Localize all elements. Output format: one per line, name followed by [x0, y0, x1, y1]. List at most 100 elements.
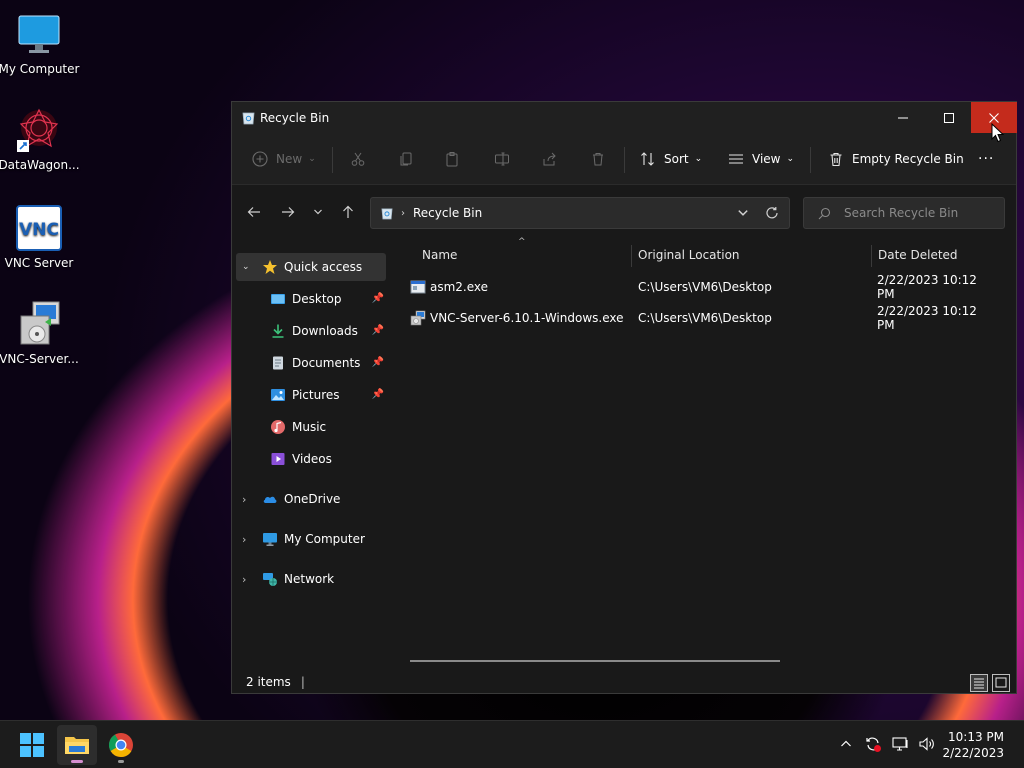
sort-button[interactable]: Sort ⌄: [640, 133, 702, 185]
details-view-button[interactable]: [970, 674, 988, 692]
music-icon: [270, 419, 286, 435]
explorer-window: Recycle Bin New ⌄ Sort ⌄ View ⌄ Empty Re…: [231, 101, 1017, 694]
sort-ascending-icon: ^: [518, 237, 526, 247]
forward-button[interactable]: [276, 185, 300, 239]
nav-label: Documents: [292, 356, 361, 370]
show-hidden-icons-button[interactable]: [840, 738, 852, 753]
column-label: Name: [422, 248, 458, 262]
network-status-icon[interactable]: [892, 736, 910, 755]
search-box[interactable]: Search Recycle Bin: [803, 197, 1005, 229]
close-icon: [989, 112, 999, 123]
nav-item-network[interactable]: › Network: [236, 565, 386, 593]
copy-icon: [400, 152, 412, 166]
column-divider[interactable]: [631, 245, 632, 267]
back-button[interactable]: [242, 185, 266, 239]
column-divider[interactable]: [871, 245, 872, 267]
search-icon: [818, 207, 831, 219]
system-tray: [840, 721, 936, 768]
view-button[interactable]: View ⌄: [728, 133, 794, 185]
chevron-down-icon: ⌄: [694, 154, 703, 164]
start-button[interactable]: [12, 725, 52, 765]
empty-recycle-bin-label: Empty Recycle Bin: [852, 152, 964, 166]
tiles-view-button[interactable]: [992, 674, 1010, 692]
chrome-icon: [108, 733, 133, 758]
desktop-icon-my-computer[interactable]: My Computer: [0, 10, 79, 76]
maximize-icon: [944, 112, 954, 123]
nav-item-documents[interactable]: Documents 📌: [236, 349, 386, 377]
installer-file-icon: [410, 310, 426, 329]
file-date-deleted: 2/22/2023 10:12 PM: [877, 273, 977, 301]
horizontal-scrollbar[interactable]: [410, 660, 780, 662]
status-divider: |: [300, 675, 305, 689]
file-list: Name ^ Original Location Date Deleted as…: [390, 237, 1016, 662]
nav-item-music[interactable]: Music: [236, 413, 386, 441]
refresh-button[interactable]: [765, 206, 779, 223]
sync-status-icon[interactable]: [864, 735, 882, 756]
file-row[interactable]: VNC-Server-6.10.1-Windows.exe C:\Users\V…: [408, 304, 998, 332]
desktop-icon-label: VNC Server: [4, 256, 74, 270]
nav-item-my-computer[interactable]: › My Computer: [236, 525, 386, 553]
nav-item-pictures[interactable]: Pictures 📌: [236, 381, 386, 409]
monitor-icon: [262, 531, 278, 547]
star-icon: [262, 259, 278, 275]
monitor-icon: [15, 10, 63, 58]
windows-logo-icon: [20, 733, 44, 757]
vnc-icon: VNC: [15, 204, 63, 252]
column-header-original-location[interactable]: Original Location: [638, 239, 740, 271]
share-button[interactable]: [542, 133, 558, 185]
svg-text:VNC: VNC: [19, 220, 59, 240]
file-name: VNC-Server-6.10.1-Windows.exe: [430, 311, 624, 325]
item-count: 2 items: [246, 675, 291, 689]
folder-icon: [65, 737, 89, 754]
maximize-button[interactable]: [926, 102, 972, 133]
minimize-button[interactable]: [880, 102, 926, 133]
clock[interactable]: 10:13 PM 2/22/2023: [942, 729, 1004, 761]
nav-item-videos[interactable]: Videos: [236, 445, 386, 473]
navigation-pane: ⌄ Quick access Desktop 📌 Downloads 📌 Doc…: [232, 239, 390, 659]
address-bar[interactable]: › Recycle Bin: [370, 197, 790, 229]
file-date-deleted: 2/22/2023 10:12 PM: [877, 304, 977, 332]
trash-icon: [593, 153, 603, 166]
taskbar-chrome[interactable]: [101, 725, 141, 765]
rename-button[interactable]: [494, 133, 510, 185]
details-view-icon: [974, 678, 984, 689]
chevron-down-icon: [738, 210, 748, 216]
copy-button[interactable]: [398, 133, 414, 185]
empty-recycle-bin-button[interactable]: Empty Recycle Bin: [828, 133, 964, 185]
toolbar-separator: [810, 147, 811, 173]
nav-item-onedrive[interactable]: › OneDrive: [236, 485, 386, 513]
volume-icon[interactable]: [918, 736, 936, 755]
taskbar-file-explorer[interactable]: [57, 725, 97, 765]
up-button[interactable]: [336, 185, 360, 239]
breadcrumb-chevron-icon: ›: [401, 207, 405, 219]
plus-circle-icon: [252, 151, 268, 167]
nav-label: My Computer: [284, 532, 365, 546]
breadcrumb-recycle-bin[interactable]: Recycle Bin: [413, 206, 482, 220]
ellipsis-icon: ···: [978, 151, 995, 167]
file-row[interactable]: asm2.exe C:\Users\VM6\Desktop 2/22/2023 …: [408, 273, 998, 301]
recent-locations-button[interactable]: [306, 185, 330, 239]
delete-button[interactable]: [590, 133, 606, 185]
desktop-icon-datawagon[interactable]: DataWagon...: [0, 106, 80, 172]
nav-item-downloads[interactable]: Downloads 📌: [236, 317, 386, 345]
title-bar[interactable]: Recycle Bin: [232, 102, 1017, 133]
cut-button[interactable]: [350, 133, 366, 185]
column-header-name[interactable]: Name: [422, 239, 457, 271]
column-header-date-deleted[interactable]: Date Deleted: [878, 239, 958, 271]
installer-icon: [15, 300, 63, 348]
nav-item-desktop[interactable]: Desktop 📌: [236, 285, 386, 313]
nav-label: Desktop: [292, 292, 342, 306]
nav-item-quick-access[interactable]: ⌄ Quick access: [236, 253, 386, 281]
new-button[interactable]: New ⌄: [252, 133, 316, 185]
desktop-icon-vnc-server[interactable]: VNC VNC Server: [0, 204, 78, 270]
address-dropdown-button[interactable]: [737, 207, 749, 222]
toolbar-separator: [332, 147, 333, 173]
chevron-right-icon: ›: [242, 532, 247, 546]
arrow-left-icon: [247, 207, 260, 217]
paste-button[interactable]: [444, 133, 460, 185]
arrow-up-icon: [343, 205, 353, 218]
exe-file-icon: [410, 279, 426, 298]
desktop-icon-vnc-installer[interactable]: VNC-Server...: [0, 300, 79, 366]
network-icon: [262, 571, 278, 587]
nav-label: Pictures: [292, 388, 340, 402]
